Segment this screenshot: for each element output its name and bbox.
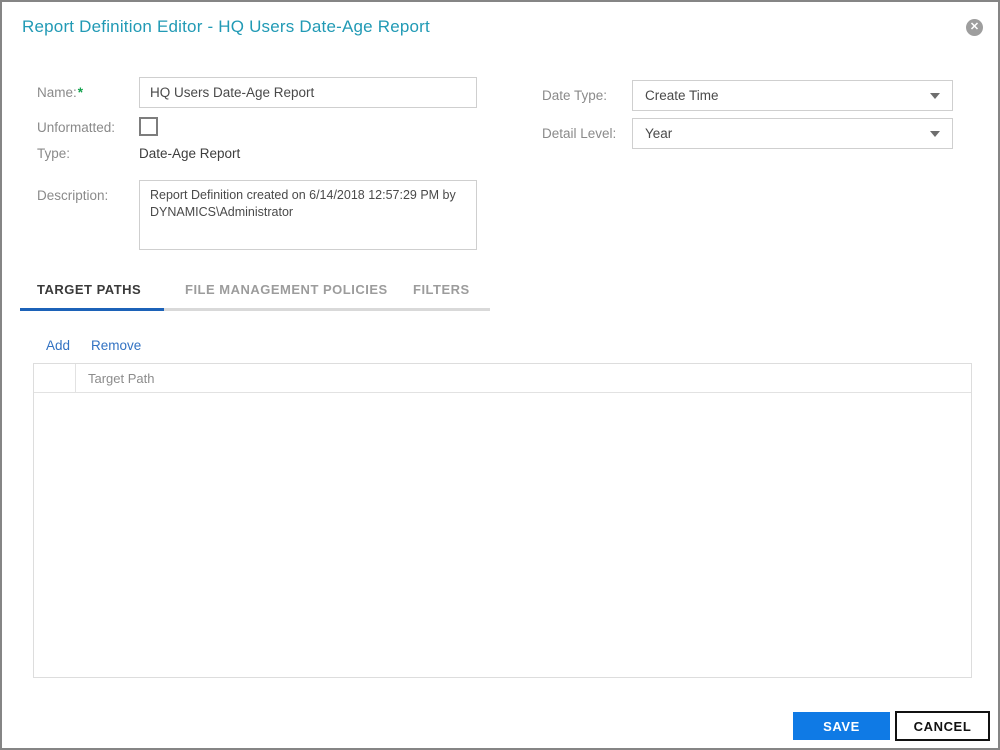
type-value: Date-Age Report xyxy=(139,146,241,161)
chevron-down-icon xyxy=(930,92,940,99)
unformatted-checkbox[interactable] xyxy=(139,117,158,136)
tab-filters[interactable]: FILTERS xyxy=(413,282,470,297)
save-button[interactable]: SAVE xyxy=(793,712,890,740)
table-header-target-path[interactable]: Target Path xyxy=(76,364,971,392)
name-label: Name:* xyxy=(37,85,84,100)
tab-track xyxy=(164,308,490,311)
description-label: Description: xyxy=(37,188,109,203)
close-icon[interactable]: ✕ xyxy=(966,19,983,36)
required-asterisk: * xyxy=(77,85,84,100)
tab-file-management-policies[interactable]: FILE MANAGEMENT POLICIES xyxy=(185,282,388,297)
table-header-select-column xyxy=(34,364,76,392)
detail-level-value: Year xyxy=(645,126,673,141)
cancel-button[interactable]: CANCEL xyxy=(895,711,990,741)
add-button[interactable]: Add xyxy=(46,338,70,353)
tab-bar: TARGET PATHS FILE MANAGEMENT POLICIES FI… xyxy=(2,282,998,312)
target-path-table: Target Path xyxy=(33,363,972,678)
tab-target-paths[interactable]: TARGET PATHS xyxy=(37,282,141,297)
table-header-row: Target Path xyxy=(34,364,971,393)
date-type-label: Date Type: xyxy=(542,88,608,103)
chevron-down-icon xyxy=(930,130,940,137)
detail-level-dropdown[interactable]: Year xyxy=(632,118,953,149)
description-textarea[interactable]: Report Definition created on 6/14/2018 1… xyxy=(139,180,477,250)
date-type-dropdown[interactable]: Create Time xyxy=(632,80,953,111)
active-tab-indicator xyxy=(20,308,164,311)
detail-level-label: Detail Level: xyxy=(542,126,617,141)
date-type-value: Create Time xyxy=(645,88,719,103)
unformatted-label: Unformatted: xyxy=(37,120,116,135)
type-label: Type: xyxy=(37,146,71,161)
report-definition-editor-dialog: Report Definition Editor - HQ Users Date… xyxy=(0,0,1000,750)
dialog-title: Report Definition Editor - HQ Users Date… xyxy=(22,17,430,36)
name-input[interactable] xyxy=(139,77,477,108)
table-body-empty xyxy=(34,393,971,677)
remove-button[interactable]: Remove xyxy=(91,338,141,353)
